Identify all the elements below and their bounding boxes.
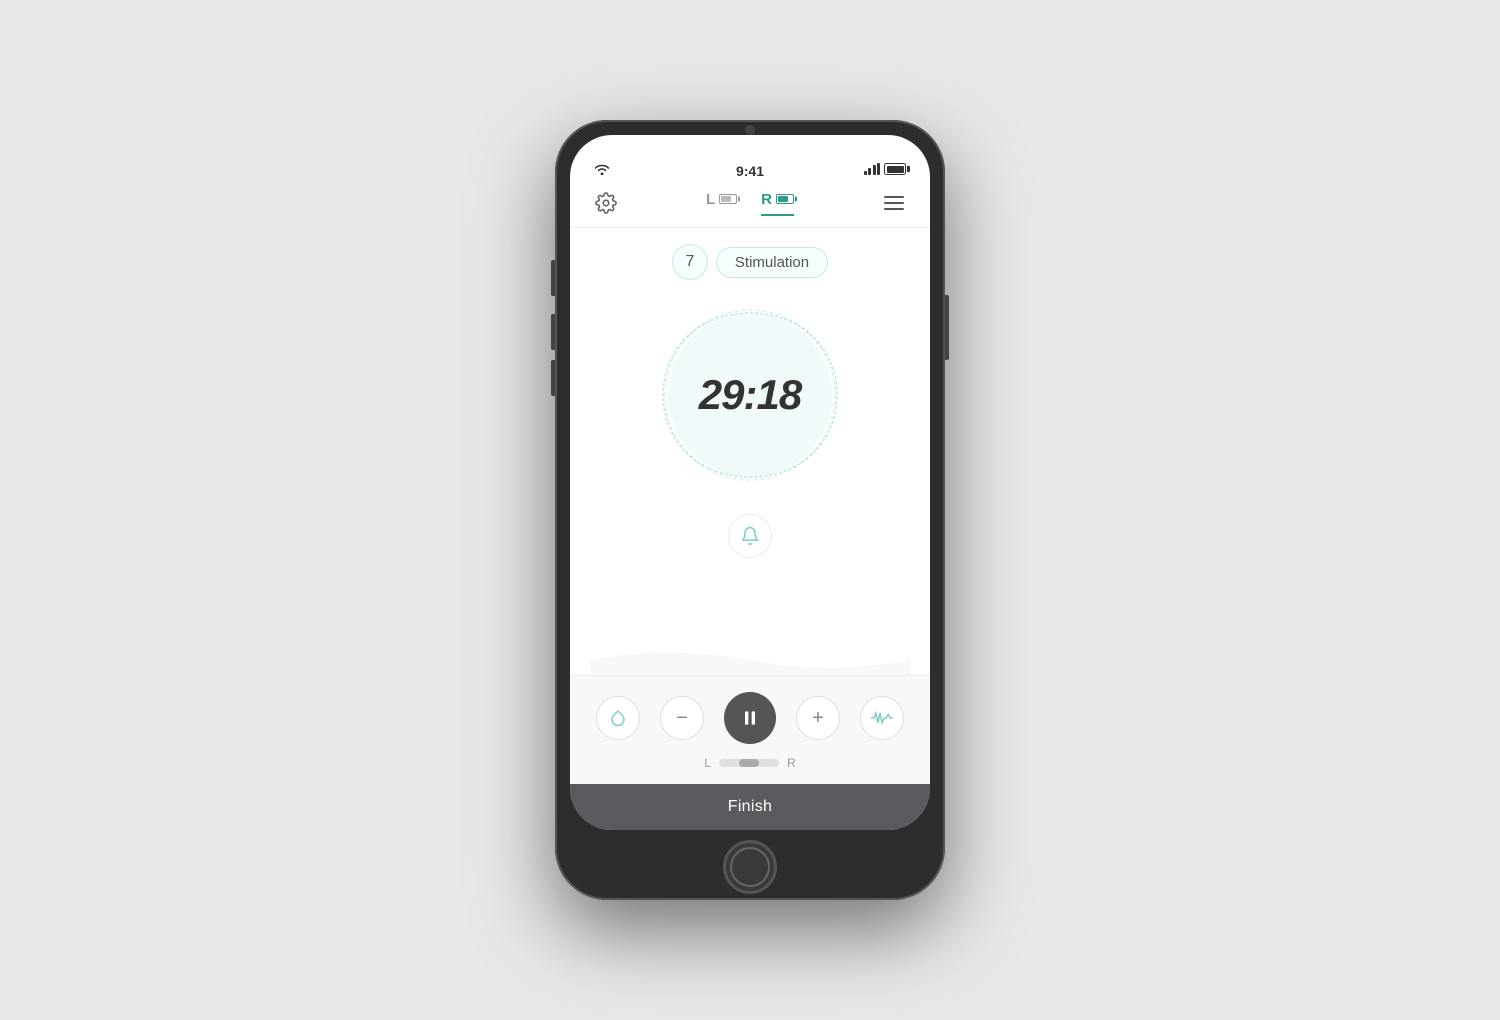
- plus-icon: +: [812, 708, 824, 728]
- tab-right-label: R: [761, 191, 772, 208]
- wave-button[interactable]: [860, 696, 904, 740]
- drop-icon: [609, 709, 627, 727]
- pause-icon: [740, 708, 760, 728]
- bell-button[interactable]: [728, 514, 772, 558]
- timer-display: 29:18: [699, 371, 801, 419]
- finish-button[interactable]: Finish: [570, 784, 930, 830]
- bell-icon: [740, 526, 760, 546]
- minus-icon: −: [676, 708, 688, 728]
- home-button-inner: [730, 847, 770, 887]
- stimulation-badge: Stimulation: [716, 247, 828, 278]
- menu-line-2: [884, 202, 904, 204]
- lr-indicator: L R: [590, 756, 910, 770]
- battery-icon: [884, 163, 906, 175]
- minus-button[interactable]: −: [660, 696, 704, 740]
- gear-icon: [595, 192, 617, 214]
- program-number: 7: [672, 244, 708, 280]
- status-bar: 9:41: [570, 135, 930, 179]
- tab-left[interactable]: L: [706, 191, 737, 216]
- left-channel-label: L: [704, 756, 711, 770]
- main-content: 7 Stimulation 29:18: [570, 228, 930, 675]
- finish-label: Finish: [728, 798, 772, 816]
- settings-button[interactable]: [590, 187, 622, 219]
- status-right: [864, 163, 907, 175]
- camera: [745, 125, 755, 135]
- signal-icon: [864, 163, 881, 175]
- nav-tabs: L R: [706, 191, 794, 216]
- nav-bar: L R: [570, 179, 930, 228]
- menu-line-1: [884, 196, 904, 198]
- drop-button[interactable]: [596, 696, 640, 740]
- tab-right[interactable]: R: [761, 191, 794, 216]
- lr-thumb: [739, 759, 759, 767]
- battery-tab-left: [719, 194, 737, 204]
- home-button[interactable]: [723, 840, 777, 894]
- status-left: [594, 163, 610, 175]
- wifi-icon: [594, 163, 610, 175]
- phone-screen: 9:41: [570, 135, 930, 830]
- phone-device: 9:41: [555, 120, 945, 900]
- controls-row: − +: [590, 692, 910, 744]
- right-channel-label: R: [787, 756, 796, 770]
- wave-separator: [590, 645, 910, 675]
- program-badge-row: 7 Stimulation: [672, 244, 828, 280]
- controls-area: − +: [570, 675, 930, 784]
- pause-button[interactable]: [724, 692, 776, 744]
- wave-icon: [871, 710, 893, 726]
- status-time: 9:41: [736, 163, 764, 179]
- lr-slider[interactable]: [719, 759, 779, 767]
- battery-tab-right: [776, 194, 794, 204]
- tab-left-label: L: [706, 191, 715, 208]
- menu-button[interactable]: [878, 187, 910, 219]
- menu-line-3: [884, 208, 904, 210]
- timer-container: 29:18: [655, 300, 845, 490]
- plus-button[interactable]: +: [796, 696, 840, 740]
